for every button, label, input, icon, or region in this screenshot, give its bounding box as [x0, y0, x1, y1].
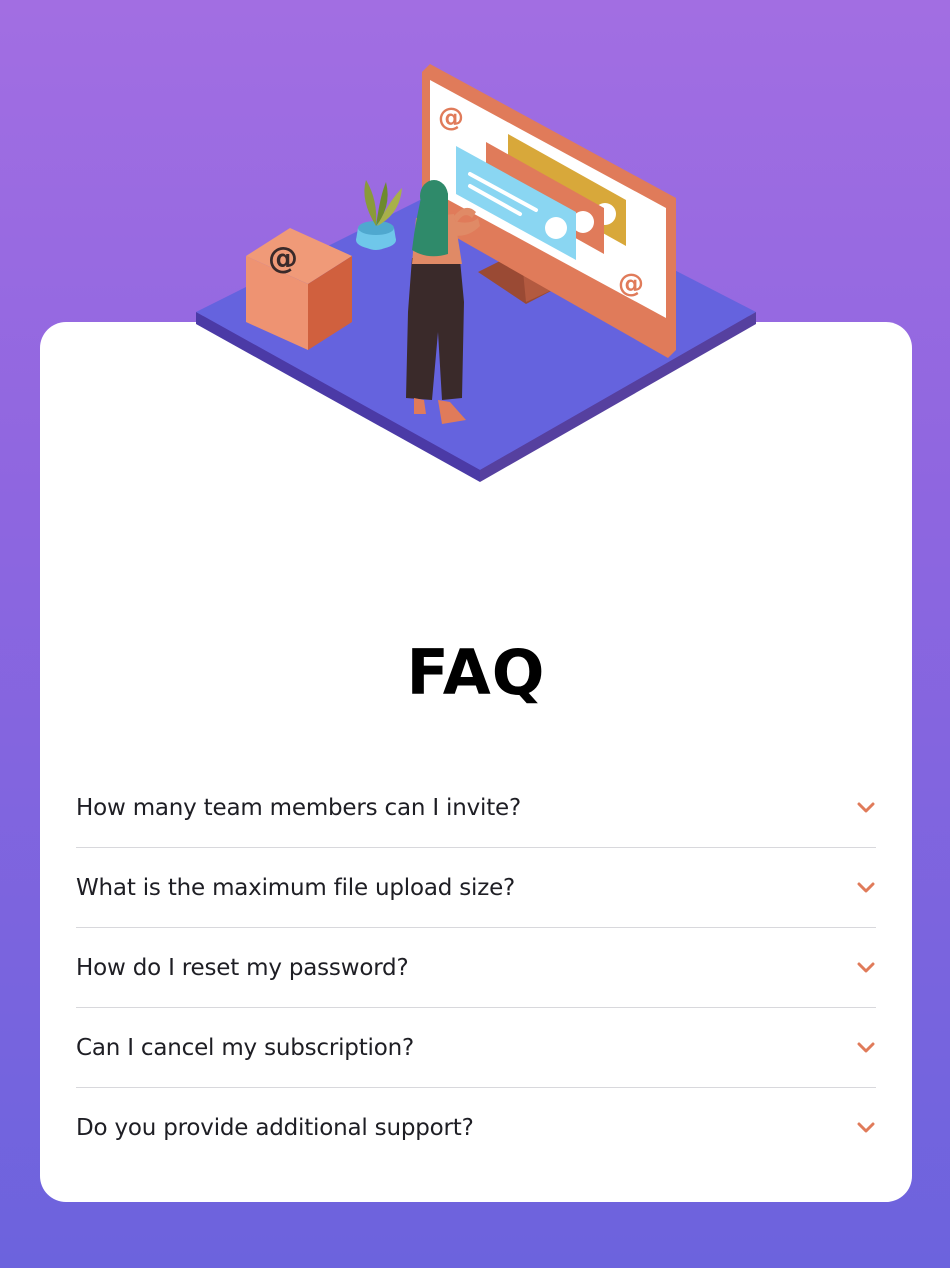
faq-item-reset-password[interactable]: How do I reset my password?	[76, 928, 876, 1008]
faq-item-additional-support[interactable]: Do you provide additional support?	[76, 1088, 876, 1168]
svg-text:@: @	[618, 269, 644, 299]
faq-question: How do I reset my password?	[76, 954, 409, 981]
page-title: FAQ	[406, 636, 546, 709]
chevron-down-icon[interactable]	[856, 1038, 876, 1058]
chevron-down-icon[interactable]	[856, 1118, 876, 1138]
chevron-down-icon[interactable]	[856, 958, 876, 978]
faq-question: Can I cancel my subscription?	[76, 1034, 414, 1061]
chevron-down-icon[interactable]	[856, 798, 876, 818]
faq-item-file-upload-size[interactable]: What is the maximum file upload size?	[76, 848, 876, 928]
faq-item-team-members[interactable]: How many team members can I invite?	[76, 768, 876, 848]
faq-question: What is the maximum file upload size?	[76, 874, 516, 901]
faq-question: How many team members can I invite?	[76, 794, 521, 821]
faq-list: How many team members can I invite? What…	[76, 768, 876, 1168]
svg-text:@: @	[268, 241, 298, 276]
faq-question: Do you provide additional support?	[76, 1115, 474, 1141]
svg-text:@: @	[438, 103, 464, 133]
woman-at-computer-illustration: @ @ @	[196, 64, 756, 482]
chevron-down-icon[interactable]	[856, 878, 876, 898]
faq-item-cancel-subscription[interactable]: Can I cancel my subscription?	[76, 1008, 876, 1088]
